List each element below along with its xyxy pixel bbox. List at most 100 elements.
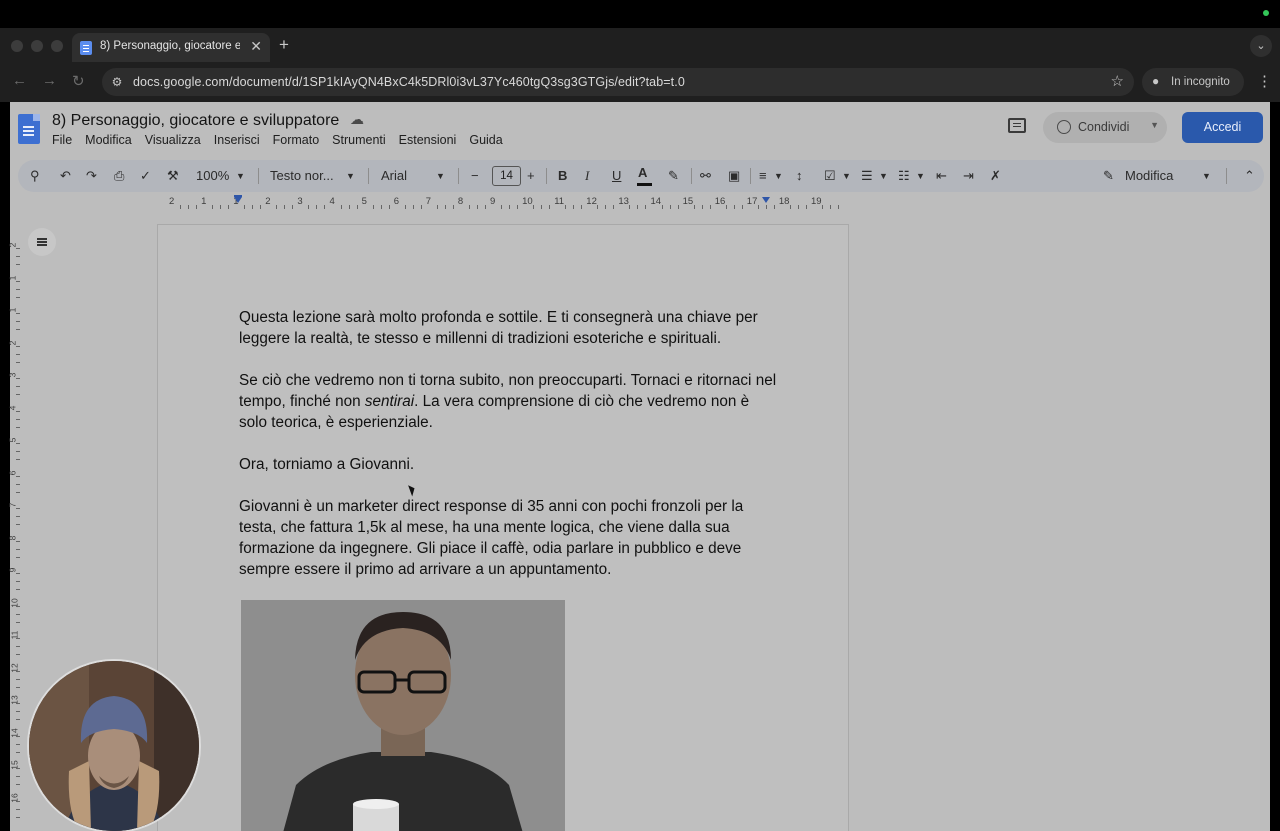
bookmark-star-icon[interactable]: ☆ xyxy=(1111,72,1124,90)
browser-tab[interactable]: 8) Personaggio, giocatore e s ✕ xyxy=(72,33,270,62)
close-window-button[interactable] xyxy=(11,40,23,52)
increase-indent-icon[interactable]: ⇥ xyxy=(963,167,974,185)
increase-font-size-button[interactable]: + xyxy=(527,167,535,185)
text-color-icon[interactable]: A xyxy=(636,165,653,186)
menu-inserisci[interactable]: Inserisci xyxy=(214,133,260,151)
vertical-ruler-tick xyxy=(16,483,20,485)
reload-button[interactable]: ↻ xyxy=(72,72,85,90)
ruler-left-indent-marker[interactable] xyxy=(234,197,242,203)
site-info-icon[interactable]: ⚙ xyxy=(109,74,125,90)
forward-button[interactable]: → xyxy=(42,72,57,89)
menu-formato[interactable]: Formato xyxy=(273,133,320,151)
align-chevron-icon: ▼ xyxy=(774,171,783,181)
document-image[interactable] xyxy=(241,600,565,831)
ruler-right-indent-marker[interactable] xyxy=(762,197,770,203)
menu-modifica[interactable]: Modifica xyxy=(85,133,132,151)
zoom-select[interactable]: 100% xyxy=(196,167,229,185)
ruler-tick xyxy=(565,205,567,209)
incognito-indicator[interactable]: ● In incognito xyxy=(1142,68,1244,96)
redo-icon[interactable]: ↷ xyxy=(86,167,97,185)
paragraph-3[interactable]: Ora, torniamo a Giovanni. xyxy=(239,454,779,475)
document-title[interactable]: 8) Personaggio, giocatore e sviluppatore xyxy=(52,112,339,130)
vertical-ruler-tick xyxy=(16,361,20,363)
vertical-ruler-tick xyxy=(16,719,20,720)
browser-menu-icon[interactable]: ⋮ xyxy=(1257,72,1272,90)
font-size-input[interactable]: 14 xyxy=(492,166,521,186)
paint-format-icon[interactable]: ⚒ xyxy=(167,167,179,185)
tab-search-button[interactable]: ⌄ xyxy=(1250,35,1272,57)
comments-icon[interactable] xyxy=(1008,118,1026,133)
ruler-label: 15 xyxy=(682,196,694,207)
style-select[interactable]: Testo nor... xyxy=(270,167,334,185)
decrease-font-size-button[interactable]: − xyxy=(471,167,479,185)
line-spacing-icon[interactable]: ↕ xyxy=(796,167,803,185)
minimize-window-button[interactable] xyxy=(31,40,43,52)
share-button[interactable]: Condividi ▼ xyxy=(1043,112,1167,143)
sign-in-button[interactable]: Accedi xyxy=(1182,112,1263,143)
vertical-ruler-tick xyxy=(16,711,20,712)
clear-format-icon[interactable]: ✗ xyxy=(990,167,1001,185)
paragraph-1[interactable]: Questa lezione sarà molto profonda e sot… xyxy=(239,307,779,349)
ruler-tick xyxy=(509,205,511,209)
tab-close-icon[interactable]: ✕ xyxy=(250,38,262,55)
address-bar[interactable]: ⚙ docs.google.com/document/d/1SP1kIAyQN4… xyxy=(102,68,1134,96)
ruler-label: 19 xyxy=(811,196,822,207)
docs-logo-icon[interactable] xyxy=(18,114,40,144)
ruler-label: 8 xyxy=(457,196,464,207)
menu-file[interactable]: File xyxy=(52,133,72,151)
horizontal-ruler[interactable]: 2 1 1 2 3 4 5 6 7 8 9 10 11 12 13 14 15 16 17 18 19 xyxy=(156,195,850,211)
ruler-tick xyxy=(773,205,775,209)
back-button[interactable]: ← xyxy=(12,72,27,89)
paragraph-2[interactable]: Se ciò che vedremo non ti torna subito, … xyxy=(239,370,779,433)
vertical-ruler-tick xyxy=(16,378,20,379)
checklist-icon[interactable]: ☑ xyxy=(824,167,836,185)
menu-estensioni[interactable]: Estensioni xyxy=(399,133,457,151)
ruler-tick xyxy=(549,205,551,209)
ruler-first-line-indent-marker[interactable] xyxy=(234,195,242,197)
paragraph-4[interactable]: Giovanni è un marketer direct response d… xyxy=(239,496,779,580)
bullet-list-icon[interactable]: ☰ xyxy=(861,167,873,185)
vertical-ruler[interactable]: 2 1 1 2 3 4 5 6 7 8 9 10 11 12 13 14 15 16 xyxy=(7,220,20,831)
font-select[interactable]: Arial xyxy=(381,167,407,185)
cloud-status-icon[interactable]: ☁ xyxy=(350,111,364,128)
vertical-ruler-tick xyxy=(16,638,20,639)
ruler-tick xyxy=(276,205,278,209)
underline-icon[interactable]: U xyxy=(612,167,621,185)
print-icon[interactable]: ⎙ xyxy=(114,167,124,185)
vertical-ruler-tick xyxy=(16,548,20,550)
pencil-icon: ✎ xyxy=(1103,168,1114,183)
share-label: Condividi xyxy=(1078,120,1130,134)
new-tab-button[interactable]: + xyxy=(279,35,289,55)
menu-guida[interactable]: Guida xyxy=(469,133,502,151)
ruler-tick xyxy=(822,205,824,209)
align-icon[interactable]: ≡ xyxy=(759,167,767,185)
document-page[interactable]: Questa lezione sarà molto profonda e sot… xyxy=(157,224,849,831)
maximize-window-button[interactable] xyxy=(51,40,63,52)
collapse-icon[interactable]: ⌃ xyxy=(1244,167,1255,185)
bold-icon[interactable]: B xyxy=(558,167,567,185)
ruler-tick xyxy=(669,205,671,209)
vertical-ruler-label: 7 xyxy=(7,502,18,508)
decrease-indent-icon[interactable]: ⇤ xyxy=(936,167,947,185)
menu-strumenti[interactable]: Strumenti xyxy=(332,133,386,151)
ruler-tick xyxy=(501,205,503,209)
mode-select[interactable]: Modifica xyxy=(1125,167,1173,185)
font-chevron-icon: ▼ xyxy=(436,171,445,181)
numbered-list-icon[interactable]: ☷ xyxy=(898,167,910,185)
search-icon[interactable]: ⚲ xyxy=(30,167,40,185)
add-comment-icon[interactable]: ▣ xyxy=(728,167,740,185)
link-icon[interactable]: ⚯ xyxy=(700,167,711,185)
document-outline-icon[interactable] xyxy=(28,228,56,256)
vertical-ruler-label: 4 xyxy=(7,405,18,410)
menu-visualizza[interactable]: Visualizza xyxy=(145,133,201,151)
ruler-label: 14 xyxy=(650,196,662,207)
spellcheck-icon[interactable]: ✓ xyxy=(140,167,151,185)
url-text: docs.google.com/document/d/1SP1kIAyQN4Bx… xyxy=(133,75,685,89)
ruler-tick xyxy=(725,205,727,209)
undo-icon[interactable]: ↶ xyxy=(60,167,71,185)
vertical-ruler-label: 1 xyxy=(7,275,18,280)
italic-icon[interactable]: I xyxy=(585,167,589,185)
zoom-chevron-icon: ▼ xyxy=(236,171,245,181)
highlight-icon[interactable]: ✎ xyxy=(668,167,679,185)
ruler-tick xyxy=(292,205,294,209)
